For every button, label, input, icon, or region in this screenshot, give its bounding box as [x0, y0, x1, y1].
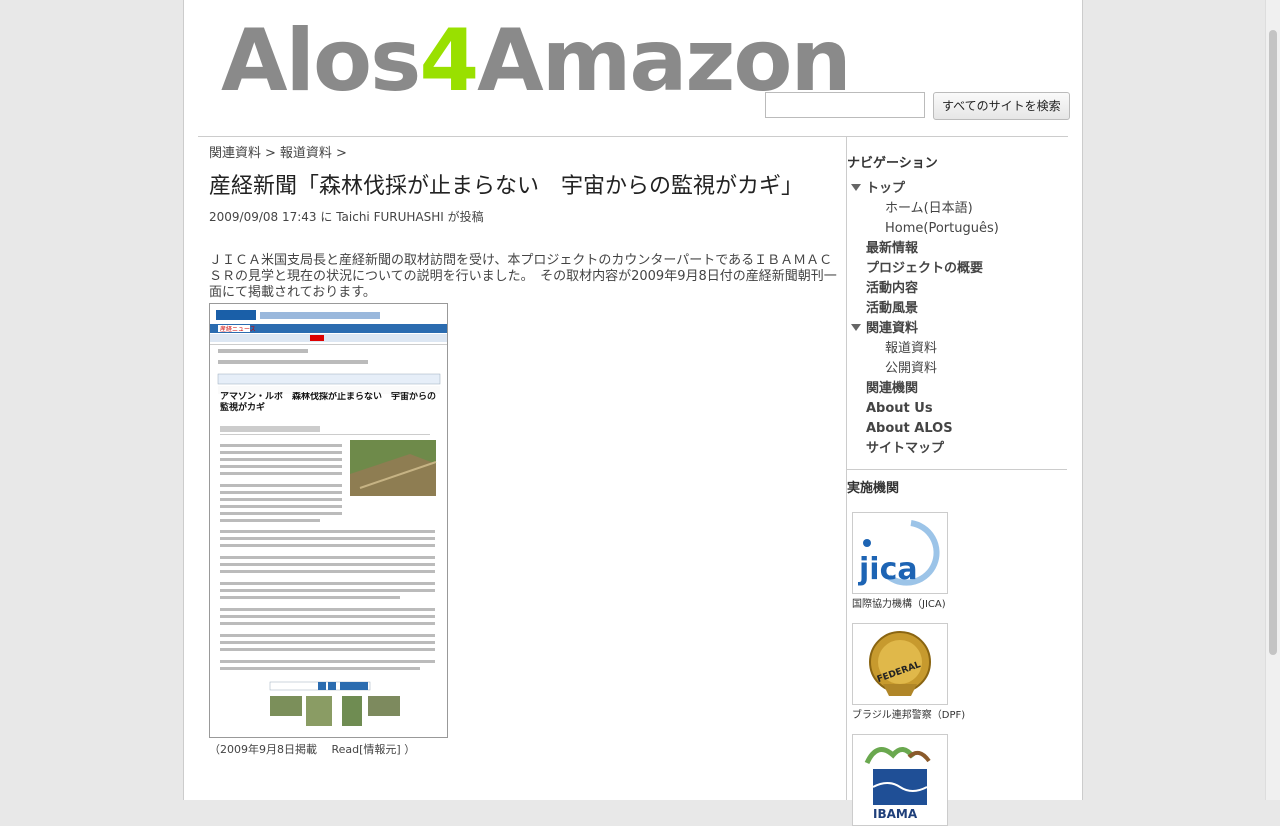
article-body: ＪＩＣＡ米国支局長と産経新聞の取材訪問を受け、本プロジェクトのカウンターパートで… — [209, 253, 837, 300]
expand-triangle-icon[interactable] — [851, 184, 861, 191]
newspaper-clip-graphic: 産経ニュース アマゾン・ルポ 森林伐採が止まらない 宇宙からの監視がカギ — [210, 304, 447, 737]
jica-logo: jica — [852, 512, 948, 594]
ibama-logo: IBAMA — [852, 734, 948, 826]
search-input[interactable] — [765, 92, 925, 118]
clip-caption: （2009年9月8日掲載 Read[情報元] ） — [209, 743, 416, 756]
clip-headline: アマゾン・ルポ 森林伐採が止まらない 宇宙からの監視がカギ — [220, 392, 437, 413]
page-scrollbar[interactable] — [1265, 0, 1280, 800]
nav-item-orgs[interactable]: 関連機関 — [847, 379, 1067, 399]
jica-logo-text: jica — [858, 552, 918, 587]
sponsor-label: 国際協力機構（JICA) — [852, 599, 946, 610]
nav-item-related[interactable]: 関連資料 — [847, 319, 1067, 339]
ibama-logo-text: IBAMA — [873, 807, 918, 821]
clip-site-name: 産経ニュース — [220, 325, 256, 333]
header-divider — [198, 136, 1068, 137]
page-title: 産経新聞「森林伐採が止まらない 宇宙からの監視がカギ」 — [209, 174, 804, 199]
sidebar-divider-hr — [847, 469, 1067, 470]
logo-accent: 4 — [419, 11, 479, 111]
nav-item-home-pt[interactable]: Home(Português) — [847, 219, 1067, 239]
navigation-list: トップ ホーム(日本語) Home(Português) 最新情報 プロジェクト… — [847, 179, 1067, 459]
nav-item-activities[interactable]: 活動内容 — [847, 279, 1067, 299]
sponsor-jica[interactable]: jica 国際協力機構（JICA) — [852, 512, 1067, 610]
ibama-logo-graphic: IBAMA — [864, 747, 931, 821]
jica-logo-graphic: jica — [858, 520, 940, 587]
nav-item-about-us[interactable]: About Us — [847, 399, 1067, 419]
nav-item-sitemap[interactable]: サイトマップ — [847, 439, 1067, 459]
sponsor-ibama[interactable]: IBAMA — [852, 734, 1067, 826]
main-content: 関連資料 > 報道資料 > 産経新聞「森林伐採が止まらない 宇宙からの監視がカギ」 2… — [209, 140, 839, 757]
breadcrumb-separator: > — [265, 146, 276, 161]
nav-item-label: トップ — [866, 181, 906, 196]
org-heading: 実施機関 — [847, 481, 900, 496]
expand-triangle-icon[interactable] — [851, 324, 861, 331]
breadcrumb-item-press[interactable]: 報道資料 — [280, 146, 332, 161]
nav-item-about-alos[interactable]: About ALOS — [847, 419, 1067, 439]
breadcrumb: 関連資料 > 報道資料 > — [209, 142, 839, 161]
nav-item-scenes[interactable]: 活動風景 — [847, 299, 1067, 319]
logo-text: Alos — [221, 11, 421, 111]
nav-item-news[interactable]: 最新情報 — [847, 239, 1067, 259]
breadcrumb-item-related[interactable]: 関連資料 — [209, 146, 261, 161]
sponsor-label: ブラジル連邦警察（DPF) — [852, 710, 966, 721]
nav-item-press[interactable]: 報道資料 — [847, 339, 1067, 359]
post-byline: 2009/09/08 17:43 に Taichi FURUHASHI が投稿 — [209, 210, 484, 224]
site-logo[interactable]: Alos4Amazon — [221, 18, 852, 104]
sponsor-dpf[interactable]: FEDERAL ブラジル連邦警察（DPF) — [852, 623, 1067, 721]
newspaper-clip-image[interactable]: 産経ニュース アマゾン・ルポ 森林伐採が止まらない 宇宙からの監視がカギ — [209, 303, 448, 738]
nav-item-public-docs[interactable]: 公開資料 — [847, 359, 1067, 379]
dpf-badge-logo: FEDERAL — [852, 623, 948, 705]
nav-item-home-ja[interactable]: ホーム(日本語) — [847, 199, 1067, 219]
search-button[interactable]: すべてのサイトを検索 — [933, 92, 1070, 120]
nav-item-label: 関連資料 — [866, 321, 919, 336]
scrollbar-thumb[interactable] — [1269, 30, 1277, 655]
nav-item-top[interactable]: トップ — [847, 179, 1067, 199]
breadcrumb-separator: > — [335, 146, 347, 161]
sidebar: ナビゲーション トップ ホーム(日本語) Home(Português) 最新情… — [847, 140, 1067, 826]
nav-item-overview[interactable]: プロジェクトの概要 — [847, 259, 1067, 279]
navigation-heading: ナビゲーション — [847, 156, 938, 171]
page: Alos4Amazon すべてのサイトを検索 関連資料 > 報道資料 > 産経新聞「森… — [183, 0, 1083, 826]
dpf-badge-graphic: FEDERAL — [869, 631, 931, 696]
